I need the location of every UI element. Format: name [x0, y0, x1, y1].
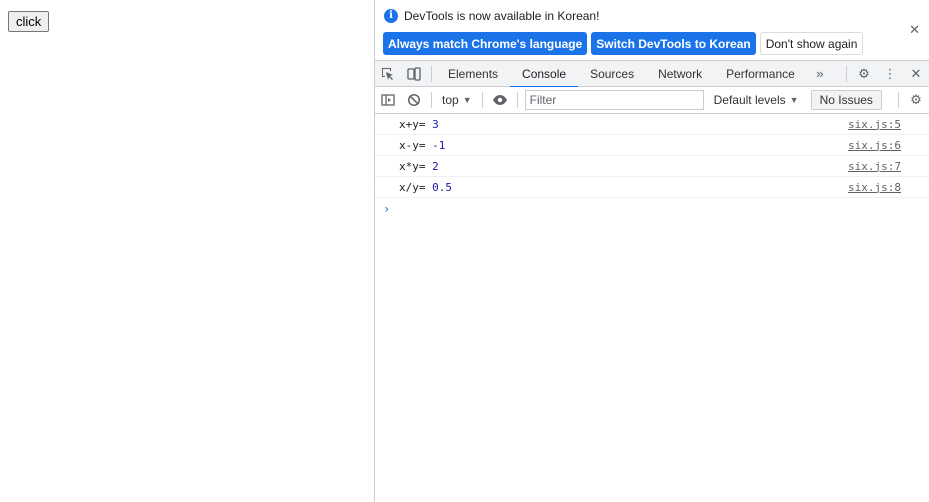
- toolbar-divider: [431, 65, 432, 82]
- message-value: 3: [432, 117, 439, 131]
- console-prompt[interactable]: ›: [375, 198, 929, 219]
- console-message: x+y= 3 six.js:5: [375, 114, 929, 135]
- context-selector[interactable]: top ▼: [436, 93, 478, 107]
- message-expression: x-y=: [399, 138, 433, 152]
- device-toolbar-icon[interactable]: [401, 61, 427, 87]
- eye-icon[interactable]: [487, 87, 513, 113]
- infobar-message: DevTools is now available in Korean!: [404, 9, 600, 23]
- tab-elements[interactable]: Elements: [436, 61, 510, 87]
- console-toolbar: top ▼ Default levels ▼ No Issues ⚙: [375, 87, 929, 114]
- chevron-down-icon: ▼: [462, 95, 472, 105]
- message-expression: x+y=: [399, 117, 433, 131]
- console-message: x/y= 0.5 six.js:8: [375, 177, 929, 198]
- tab-network[interactable]: Network: [646, 61, 714, 87]
- message-source-link[interactable]: six.js:8: [848, 181, 901, 194]
- toolbar-divider: [431, 92, 432, 108]
- menu-icon[interactable]: ⋮: [877, 61, 903, 87]
- inspect-element-icon[interactable]: [375, 61, 401, 87]
- infobar-buttons: Always match Chrome's language Switch De…: [383, 32, 864, 55]
- context-label: top: [442, 93, 459, 107]
- message-value: 0.5: [432, 180, 452, 194]
- settings-icon[interactable]: ⚙: [851, 61, 877, 87]
- filter-input[interactable]: [524, 90, 704, 110]
- log-levels-dropdown[interactable]: Default levels ▼: [708, 93, 805, 107]
- tab-console[interactable]: Console: [510, 61, 579, 88]
- message-value: 2: [432, 159, 439, 173]
- message-source-link[interactable]: six.js:6: [848, 139, 901, 152]
- chevron-down-icon: ▼: [789, 95, 799, 105]
- match-language-button[interactable]: Always match Chrome's language: [383, 32, 588, 55]
- console-settings-icon[interactable]: ⚙: [903, 87, 929, 113]
- tabbar-actions: ⚙ ⋮ ✕: [842, 61, 929, 87]
- issues-button[interactable]: No Issues: [810, 90, 882, 110]
- message-expression: x*y=: [399, 159, 433, 173]
- close-icon[interactable]: ✕: [909, 22, 920, 38]
- message-value: -1: [432, 138, 446, 152]
- toolbar-divider: [481, 92, 483, 108]
- more-tabs-icon[interactable]: »: [807, 61, 833, 87]
- info-icon: i: [384, 9, 398, 23]
- devtools-panel: i DevTools is now available in Korean! ✕…: [374, 0, 929, 502]
- message-source-link[interactable]: six.js:5: [848, 118, 901, 131]
- close-devtools-icon[interactable]: ✕: [903, 61, 929, 87]
- click-button[interactable]: click: [8, 11, 50, 32]
- console-message: x-y= -1 six.js:6: [375, 135, 929, 156]
- tab-sources[interactable]: Sources: [578, 61, 646, 87]
- log-levels-label: Default levels: [713, 93, 786, 107]
- switch-korean-button[interactable]: Switch DevTools to Korean: [591, 32, 756, 55]
- page-viewport: click: [0, 0, 374, 502]
- language-infobar: i DevTools is now available in Korean! ✕…: [375, 0, 929, 61]
- message-source-link[interactable]: six.js:7: [848, 160, 901, 173]
- console-message: x*y= 2 six.js:7: [375, 156, 929, 177]
- toolbar-divider: [516, 92, 518, 108]
- clear-console-icon[interactable]: [401, 87, 427, 113]
- toolbar-divider: [846, 65, 847, 82]
- prompt-chevron-icon: ›: [383, 201, 391, 216]
- tab-performance[interactable]: Performance: [714, 61, 807, 87]
- toolbar-divider: [898, 92, 899, 108]
- console-toolbar-right: ⚙: [894, 87, 929, 113]
- message-expression: x/y=: [399, 180, 433, 194]
- main-tabbar: Elements Console Sources Network Perform…: [375, 61, 929, 88]
- console-output: x+y= 3 six.js:5 x-y= -1 six.js:6 x*y= 2 …: [375, 114, 929, 219]
- console-sidebar-icon[interactable]: [375, 87, 401, 113]
- dont-show-again-button[interactable]: Don't show again: [759, 32, 864, 55]
